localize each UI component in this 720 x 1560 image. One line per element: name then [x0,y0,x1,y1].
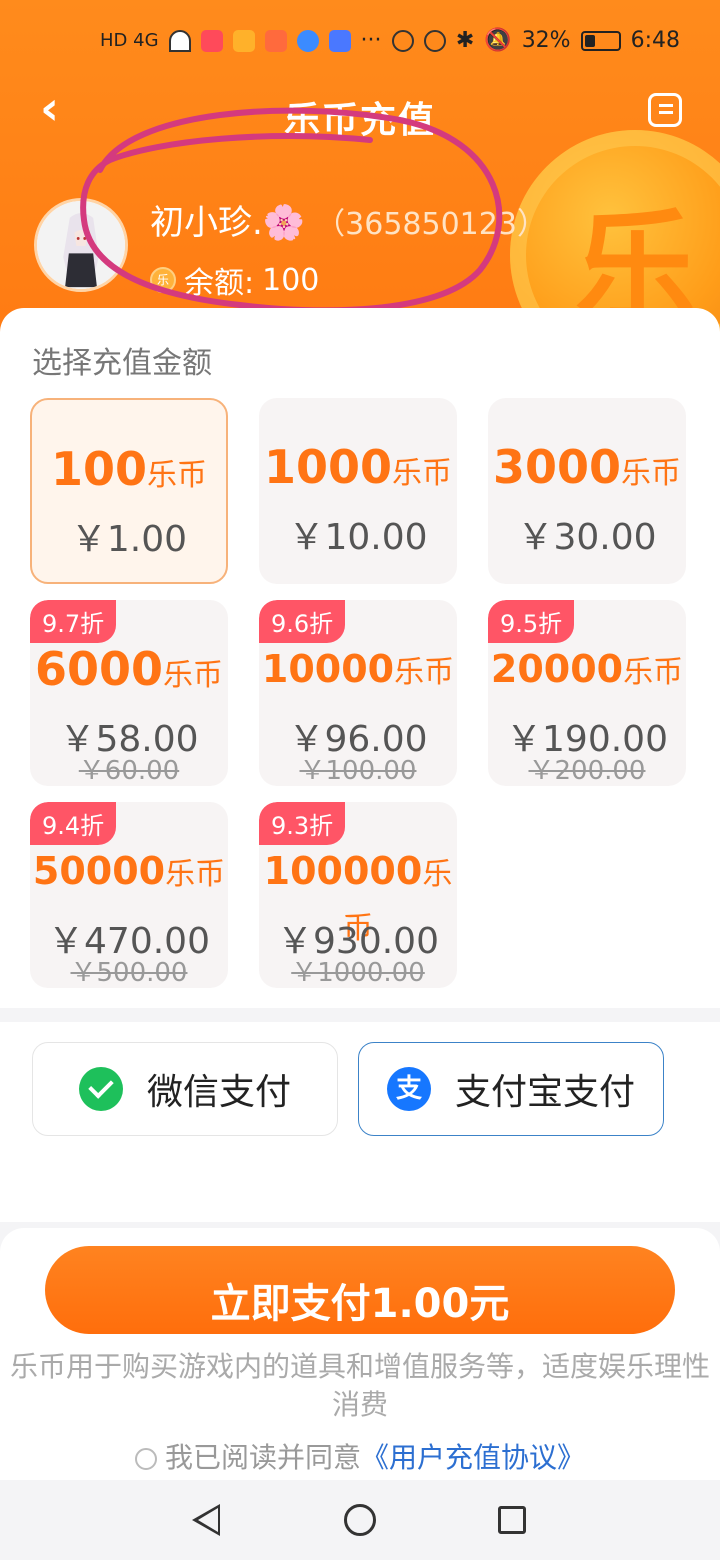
page-title: 乐币充值 [283,100,436,141]
pay-now-button[interactable]: 立即支付1.00元 [45,1246,675,1334]
original-price: ￥100.00 [299,756,417,786]
usage-notice-text: 乐币用于购买游戏内的道具和增值服务等，适度娱乐理性消费 [9,1350,710,1421]
coin-amount: 6000乐币 [30,644,228,701]
status-right: ✱ 🔕 32% 6:48 [391,28,680,53]
discount-badge: 9.7折 [30,600,117,643]
coin-icon: 乐 [150,267,176,293]
coin-amount: 1000乐币 [259,442,457,499]
status-left: HD 4G ··· [100,28,382,53]
network-indicator: HD 4G [100,30,159,51]
price: ￥10.00 [288,517,428,558]
coin-amount-value: 50000 [32,849,166,893]
price: ￥30.00 [517,517,657,558]
coin-amount: 3000乐币 [488,442,686,499]
clock: 6:48 [630,28,680,53]
document-list-icon[interactable] [648,93,682,127]
amount-option[interactable]: 9.3折 100000乐币 ￥930.00 ￥1000.00 [259,802,457,988]
coin-amount-value: 20000 [490,647,624,691]
alipay-icon: 支 [386,1067,431,1111]
avatar-image [37,201,125,289]
balance-line: 乐 余额: 100 [150,258,319,302]
wechat-pay-label: 微信支付 [146,1072,291,1113]
app-icon-4 [296,29,319,52]
bluetooth-icon: ✱ [455,28,475,53]
amount-option[interactable]: 3000乐币 ￥30.00 [488,398,686,584]
agreement-row: 我已阅读并同意《用户充值协议》 [0,1436,720,1476]
discount-badge: 9.5折 [488,600,575,643]
coin-amount-value: 1000 [263,440,393,494]
discount-badge: 9.3折 [259,802,346,845]
user-id: （365850123） [315,207,547,242]
agree-radio[interactable] [134,1448,157,1470]
original-price: ￥500.00 [70,958,188,988]
original-price: ￥200.00 [528,756,646,786]
amount-option[interactable]: 9.7折 6000乐币 ￥58.00 ￥60.00 [30,600,228,786]
coin-amount-value: 6000 [34,642,164,696]
alipay-button[interactable]: 支 支付宝支付 [358,1042,664,1136]
battery-percent: 32% [521,28,571,53]
checkout-area: 立即支付1.00元 乐币用于购买游戏内的道具和增值服务等，适度娱乐理性消费 我已… [0,1228,720,1480]
coin-amount-value: 10000 [261,647,395,691]
coin-unit: 乐币 [392,456,453,491]
coin-amount: 10000乐币 [259,644,457,698]
usage-notice: 乐币用于购买游戏内的道具和增值服务等，适度娱乐理性消费 [0,1348,720,1424]
wifi-icon [168,29,191,52]
payment-methods: 微信支付 支 支付宝支付 [0,1022,720,1222]
avatar[interactable] [34,198,128,292]
price: ￥1.00 [70,519,188,560]
coin-amount: 100乐币 [32,444,226,501]
amount-option[interactable]: 9.5折 20000乐币 ￥190.00 ￥200.00 [488,600,686,786]
recharge-panel: 选择充值金额 100乐币 ￥1.00 1000乐币 ￥10.00 3000乐币 ￥30.0… [0,308,720,1008]
app-icon-1 [200,29,223,52]
system-nav-bar [0,1480,720,1560]
balance-value: 100 [262,262,320,298]
amount-option[interactable]: 1000乐币 ￥10.00 [259,398,457,584]
battery-icon [580,30,621,51]
more-notifications-icon: ··· [360,28,382,53]
title-bar: ‹ 乐币充值 [0,85,720,145]
original-price: ￥60.00 [78,756,180,786]
nav-recents-icon[interactable] [498,1506,526,1534]
nav-home-icon[interactable] [344,1504,376,1536]
balance-label: 余额: [184,266,255,301]
alarm-icon [423,29,446,52]
user-name: 初小珍.🌸 [150,203,306,243]
amount-option[interactable]: 9.6折 10000乐币 ￥96.00 ￥100.00 [259,600,457,786]
app-icon-3 [264,29,287,52]
user-name-line: 初小珍.🌸 （365850123） [150,195,547,244]
coin-unit: 乐币 [163,658,224,693]
coin-unit: 乐币 [394,655,455,690]
coin-amount-value: 100 [50,442,148,496]
nav-back-icon[interactable] [192,1504,220,1536]
coin-unit: 乐币 [623,655,684,690]
coin-unit: 乐币 [165,857,226,892]
original-price: ￥1000.00 [291,958,425,988]
header: 乐 HD 4G ··· ✱ 🔕 32% 6:48 ‹ 乐币充值 初小珍.🌸 （3… [0,0,720,360]
coin-amount-value: 3000 [492,440,622,494]
data-saver-icon [391,29,414,52]
coin-unit: 乐币 [147,458,208,493]
music-icon [328,29,351,52]
coin-amount: 20000乐币 [488,644,686,698]
status-bar: HD 4G ··· ✱ 🔕 32% 6:48 [0,22,720,62]
app-icon-2 [232,29,255,52]
section-label: 选择充值金额 [32,346,212,381]
amount-option[interactable]: 100乐币 ￥1.00 [30,398,228,584]
coin-amount: 50000乐币 [30,846,228,900]
agreement-link[interactable]: 《用户充值协议》 [361,1441,585,1474]
discount-badge: 9.4折 [30,802,117,845]
discount-badge: 9.6折 [259,600,346,643]
wechat-pay-button[interactable]: 微信支付 [32,1042,338,1136]
amount-option[interactable]: 9.4折 50000乐币 ￥470.00 ￥500.00 [30,802,228,988]
mute-icon: 🔕 [484,28,512,53]
agree-text: 我已阅读并同意 [164,1441,361,1474]
alipay-label: 支付宝支付 [454,1072,635,1113]
wechat-icon [78,1067,123,1111]
coin-unit: 乐币 [621,456,682,491]
coin-amount-value: 100000 [263,849,423,893]
